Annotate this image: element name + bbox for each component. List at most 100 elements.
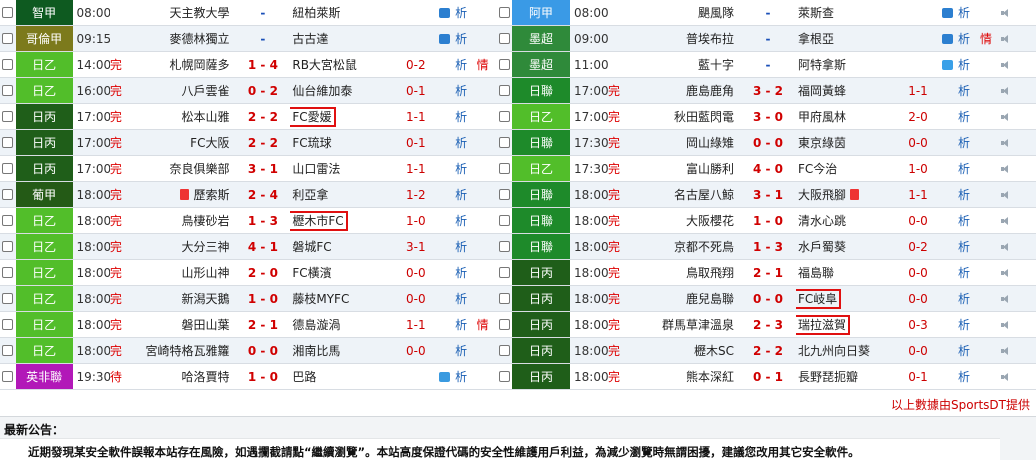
analysis-link[interactable]: 析: [958, 156, 980, 181]
match-checkbox[interactable]: [2, 33, 14, 44]
home-team[interactable]: 松本山雅: [131, 104, 235, 129]
speaker-icon[interactable]: [1001, 60, 1009, 69]
away-team[interactable]: 櫪木市FC: [290, 208, 398, 233]
match-checkbox[interactable]: [498, 293, 510, 304]
home-team[interactable]: 磐田山葉: [131, 312, 235, 337]
analysis-link[interactable]: 析: [958, 26, 980, 51]
tv-icon[interactable]: [438, 7, 450, 18]
intel-link[interactable]: [980, 260, 998, 285]
intel-link[interactable]: [477, 104, 495, 129]
match-checkbox[interactable]: [498, 371, 510, 382]
intel-link[interactable]: [477, 182, 495, 207]
league-badge[interactable]: 日丙: [15, 156, 73, 181]
league-badge[interactable]: 智甲: [15, 0, 73, 25]
speaker-icon[interactable]: [1001, 372, 1009, 381]
away-team[interactable]: FC岐阜: [796, 286, 900, 311]
home-team[interactable]: 鹿兒島聯: [630, 286, 740, 311]
away-team[interactable]: 福岡黃蜂: [796, 78, 900, 103]
match-checkbox[interactable]: [2, 85, 14, 96]
match-checkbox[interactable]: [2, 241, 14, 252]
speaker-icon[interactable]: [1001, 216, 1009, 225]
match-checkbox[interactable]: [498, 215, 510, 226]
intel-link[interactable]: [477, 130, 495, 155]
league-badge[interactable]: 日乙: [15, 78, 73, 103]
intel-link[interactable]: [980, 312, 998, 337]
intel-link[interactable]: [477, 286, 495, 311]
analysis-link[interactable]: 析: [958, 338, 980, 363]
away-team[interactable]: 清水心跳: [796, 208, 900, 233]
home-team[interactable]: 宮崎特格瓦雅籮: [131, 338, 235, 363]
league-badge[interactable]: 阿甲: [512, 0, 570, 25]
speaker-icon[interactable]: [1001, 86, 1009, 95]
league-badge[interactable]: 日丙: [512, 312, 570, 337]
league-badge[interactable]: 日聯: [512, 78, 570, 103]
league-badge[interactable]: 日乙: [15, 312, 73, 337]
speaker-icon[interactable]: [1001, 34, 1009, 43]
intel-link[interactable]: 情: [477, 312, 495, 337]
home-team[interactable]: 大分三神: [131, 234, 235, 259]
analysis-link[interactable]: 析: [455, 26, 477, 51]
away-team[interactable]: 水戶蜀葵: [796, 234, 900, 259]
match-checkbox[interactable]: [2, 163, 14, 174]
home-team[interactable]: 名古屋八鯨: [630, 182, 740, 207]
home-team[interactable]: 麥德林獨立: [131, 26, 235, 51]
match-checkbox[interactable]: [2, 293, 14, 304]
home-team[interactable]: 天主教大學: [131, 0, 235, 25]
away-team[interactable]: RB大宮松鼠: [290, 52, 398, 77]
home-team[interactable]: 富山勝利: [630, 156, 740, 181]
match-checkbox[interactable]: [498, 111, 510, 122]
tv-icon[interactable]: [438, 33, 450, 44]
analysis-link[interactable]: 析: [455, 0, 477, 25]
intel-link[interactable]: [980, 52, 998, 77]
match-checkbox[interactable]: [2, 7, 14, 18]
speaker-icon[interactable]: [1001, 294, 1009, 303]
away-team[interactable]: 山口雷法: [290, 156, 398, 181]
league-badge[interactable]: 日丙: [512, 338, 570, 363]
league-badge[interactable]: 日聯: [512, 130, 570, 155]
match-checkbox[interactable]: [498, 85, 510, 96]
league-badge[interactable]: 哥倫甲: [15, 26, 73, 51]
match-checkbox[interactable]: [2, 267, 14, 278]
away-team[interactable]: 巴路: [290, 364, 398, 389]
intel-link[interactable]: [980, 78, 998, 103]
match-checkbox[interactable]: [498, 137, 510, 148]
match-checkbox[interactable]: [2, 371, 14, 382]
intel-link[interactable]: [980, 104, 998, 129]
tv-icon[interactable]: [438, 371, 450, 382]
match-checkbox[interactable]: [498, 241, 510, 252]
home-team[interactable]: FC大阪: [131, 130, 235, 155]
league-badge[interactable]: 日乙: [15, 260, 73, 285]
intel-link[interactable]: [980, 130, 998, 155]
analysis-link[interactable]: 析: [455, 312, 477, 337]
away-team[interactable]: FC橫濱: [290, 260, 398, 285]
home-team[interactable]: 櫪木SC: [630, 338, 740, 363]
away-team[interactable]: 瑞拉滋賀: [796, 312, 900, 337]
away-team[interactable]: FC愛媛: [290, 104, 398, 129]
away-team[interactable]: 磐城FC: [290, 234, 398, 259]
league-badge[interactable]: 日乙: [512, 156, 570, 181]
away-team[interactable]: 長野琵扼瓣: [796, 364, 900, 389]
match-checkbox[interactable]: [498, 163, 510, 174]
home-team[interactable]: 山形山神: [131, 260, 235, 285]
league-badge[interactable]: 日聯: [512, 234, 570, 259]
analysis-link[interactable]: 析: [455, 208, 477, 233]
analysis-link[interactable]: 析: [455, 52, 477, 77]
away-team[interactable]: 仙台維加泰: [290, 78, 398, 103]
league-badge[interactable]: 日丙: [15, 130, 73, 155]
match-checkbox[interactable]: [2, 345, 14, 356]
analysis-link[interactable]: 析: [455, 260, 477, 285]
intel-link[interactable]: [980, 364, 998, 389]
tv-icon[interactable]: [941, 33, 953, 44]
analysis-link[interactable]: 析: [958, 286, 980, 311]
tv-icon[interactable]: [941, 59, 953, 70]
intel-link[interactable]: [477, 156, 495, 181]
home-team[interactable]: 札幌岡薩多: [131, 52, 235, 77]
league-badge[interactable]: 日乙: [15, 338, 73, 363]
away-team[interactable]: FC琉球: [290, 130, 398, 155]
home-team[interactable]: 哈洛賈特: [131, 364, 235, 389]
match-checkbox[interactable]: [498, 319, 510, 330]
league-badge[interactable]: 日丙: [512, 364, 570, 389]
analysis-link[interactable]: 析: [958, 208, 980, 233]
analysis-link[interactable]: 析: [958, 312, 980, 337]
speaker-icon[interactable]: [1001, 268, 1009, 277]
